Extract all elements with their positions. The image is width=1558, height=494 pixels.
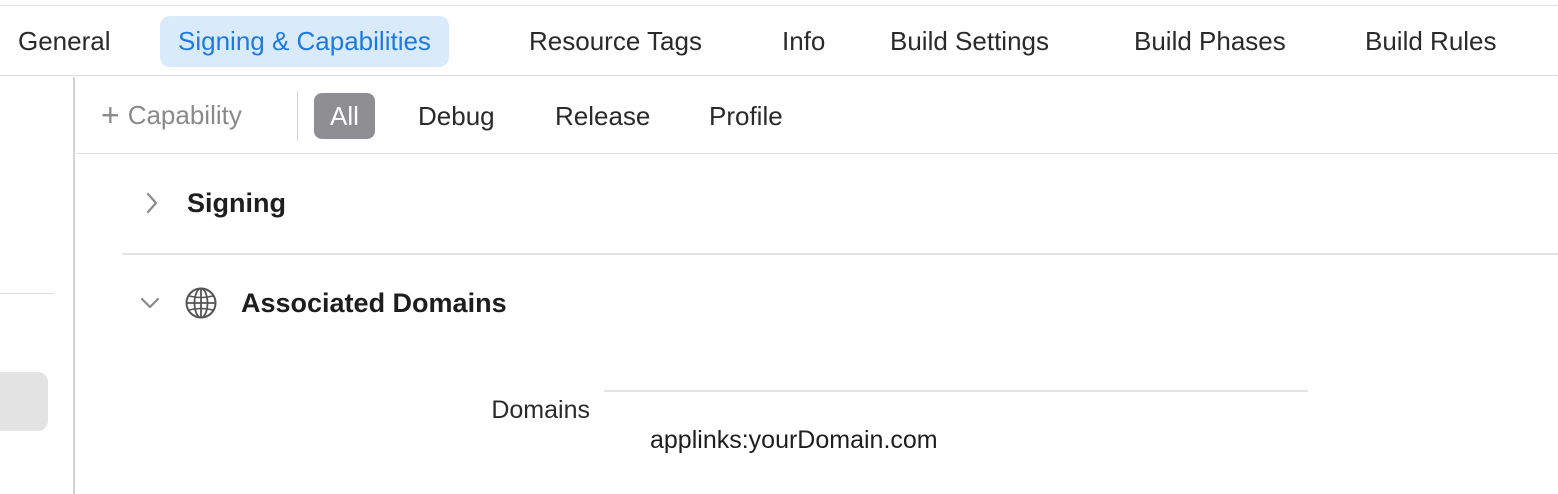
associated-domains-title: Associated Domains bbox=[241, 288, 507, 318]
domains-field-label: Domains bbox=[491, 396, 590, 424]
signing-section-header[interactable]: Signing bbox=[140, 181, 540, 225]
tab-resource-tags[interactable]: Resource Tags bbox=[511, 16, 720, 67]
add-capability-label: Capability bbox=[127, 100, 242, 130]
filter-debug[interactable]: Debug bbox=[400, 93, 513, 139]
add-capability-button[interactable]: + Capability bbox=[101, 77, 242, 154]
sidebar-selected-target[interactable] bbox=[0, 372, 48, 431]
tab-build-settings[interactable]: Build Settings bbox=[872, 16, 1067, 67]
sidebar-divider bbox=[0, 293, 54, 294]
capability-filter-bar: + Capability All Debug Release Profile bbox=[77, 77, 1558, 154]
associated-domains-section-header[interactable]: Associated Domains bbox=[138, 281, 638, 325]
editor-tab-bar: General Signing & Capabilities Resource … bbox=[0, 6, 1558, 76]
xcode-target-editor: General Signing & Capabilities Resource … bbox=[0, 0, 1558, 494]
tab-info[interactable]: Info bbox=[764, 16, 843, 67]
section-divider bbox=[122, 253, 1558, 255]
tab-signing-capabilities[interactable]: Signing & Capabilities bbox=[160, 16, 449, 67]
tab-general[interactable]: General bbox=[0, 16, 129, 67]
globe-icon bbox=[185, 287, 217, 319]
chevron-down-icon bbox=[140, 297, 160, 309]
filter-separator bbox=[297, 91, 298, 141]
tab-build-phases[interactable]: Build Phases bbox=[1116, 16, 1304, 67]
filter-release[interactable]: Release bbox=[537, 93, 668, 139]
signing-section-title: Signing bbox=[187, 188, 286, 218]
domains-list-border bbox=[604, 390, 1308, 392]
chevron-right-icon bbox=[146, 192, 158, 214]
tab-build-rules[interactable]: Build Rules bbox=[1347, 16, 1515, 67]
plus-icon: + bbox=[101, 97, 120, 133]
domain-list-item[interactable]: applinks:yourDomain.com bbox=[650, 420, 938, 460]
filter-all[interactable]: All bbox=[314, 93, 375, 139]
targets-sidebar bbox=[0, 77, 75, 494]
filter-profile[interactable]: Profile bbox=[691, 93, 801, 139]
